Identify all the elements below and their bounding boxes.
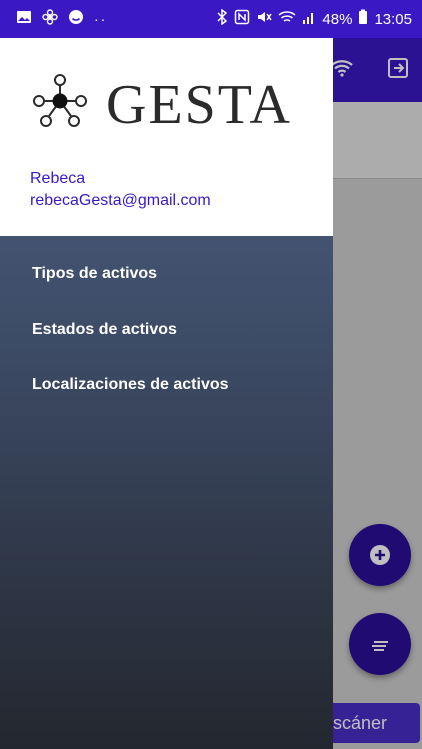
gallery-icon	[16, 9, 32, 29]
status-bar: ·· 48% 13:05	[0, 0, 422, 38]
nav-item-tipos-de-activos[interactable]: Tipos de activos	[32, 265, 157, 283]
clock: 13:05	[374, 10, 412, 28]
navigation-drawer: GESTA Rebeca rebecaGesta@gmail.com Tipos…	[0, 38, 333, 749]
battery-percent: 48%	[322, 10, 353, 28]
nav-item-localizaciones-de-activos[interactable]: Localizaciones de activos	[32, 376, 229, 394]
mute-icon	[256, 9, 273, 29]
bluetooth-icon	[216, 8, 228, 29]
nav-item-label: Tipos de activos	[32, 265, 158, 282]
nav-item-label: Localizaciones de activos	[32, 376, 229, 393]
drawer-header: GESTA Rebeca rebecaGesta@gmail.com	[0, 38, 333, 236]
nav-item-estados-de-activos[interactable]: Estados de activos	[32, 321, 177, 339]
nfc-icon	[234, 9, 250, 29]
dots-icon: ··	[94, 11, 108, 27]
fan-icon	[42, 9, 58, 29]
smiley-icon	[68, 9, 84, 29]
user-name: Rebeca	[30, 170, 86, 187]
gesta-logo: GESTA	[26, 73, 326, 133]
logo-text: GESTA	[106, 74, 292, 136]
battery-icon	[358, 9, 368, 29]
nav-item-label: Estados de activos	[32, 321, 177, 338]
network-logo-icon	[33, 74, 87, 127]
wifi-icon	[278, 9, 296, 29]
signal-icon	[302, 9, 316, 29]
user-email: rebecaGesta@gmail.com	[30, 192, 211, 209]
